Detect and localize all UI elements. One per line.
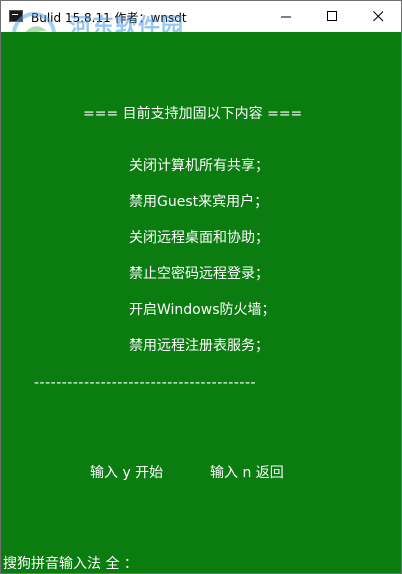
back-prompt: 输入 n 返回 [210, 465, 284, 481]
close-button[interactable] [355, 1, 401, 32]
feature-item: 关闭计算机所有共享； [129, 158, 269, 174]
menu-header: === 目前支持加固以下内容 === [83, 106, 303, 122]
ime-status: 搜狗拼音输入法 全 ： [3, 556, 138, 572]
feature-item: 关闭远程桌面和协助； [129, 230, 269, 246]
feature-item: 禁用远程注册表服务； [129, 338, 269, 354]
console-window: Bulid 15.8.11 作者：wnsdt 河东软件园 www.pc0359.… [0, 0, 402, 574]
minimize-icon [281, 16, 291, 18]
feature-item: 禁止空密码远程登录； [129, 266, 269, 282]
console-output[interactable]: === 目前支持加固以下内容 === 关闭计算机所有共享； 禁用Guest来宾用… [1, 32, 401, 573]
maximize-button[interactable] [309, 1, 355, 32]
close-icon [373, 11, 384, 22]
minimize-button[interactable] [263, 1, 309, 32]
maximize-icon [327, 11, 337, 21]
window-title: Bulid 15.8.11 作者：wnsdt [31, 11, 187, 25]
separator-line: ---------------------------------------- [34, 375, 257, 391]
start-prompt: 输入 y 开始 [90, 465, 164, 481]
feature-item: 开启Windows防火墙； [129, 302, 276, 318]
feature-item: 禁用Guest来宾用户； [129, 194, 269, 210]
title-bar[interactable]: Bulid 15.8.11 作者：wnsdt 河东软件园 www.pc0359.… [1, 1, 401, 58]
console-icon[interactable] [9, 10, 23, 22]
